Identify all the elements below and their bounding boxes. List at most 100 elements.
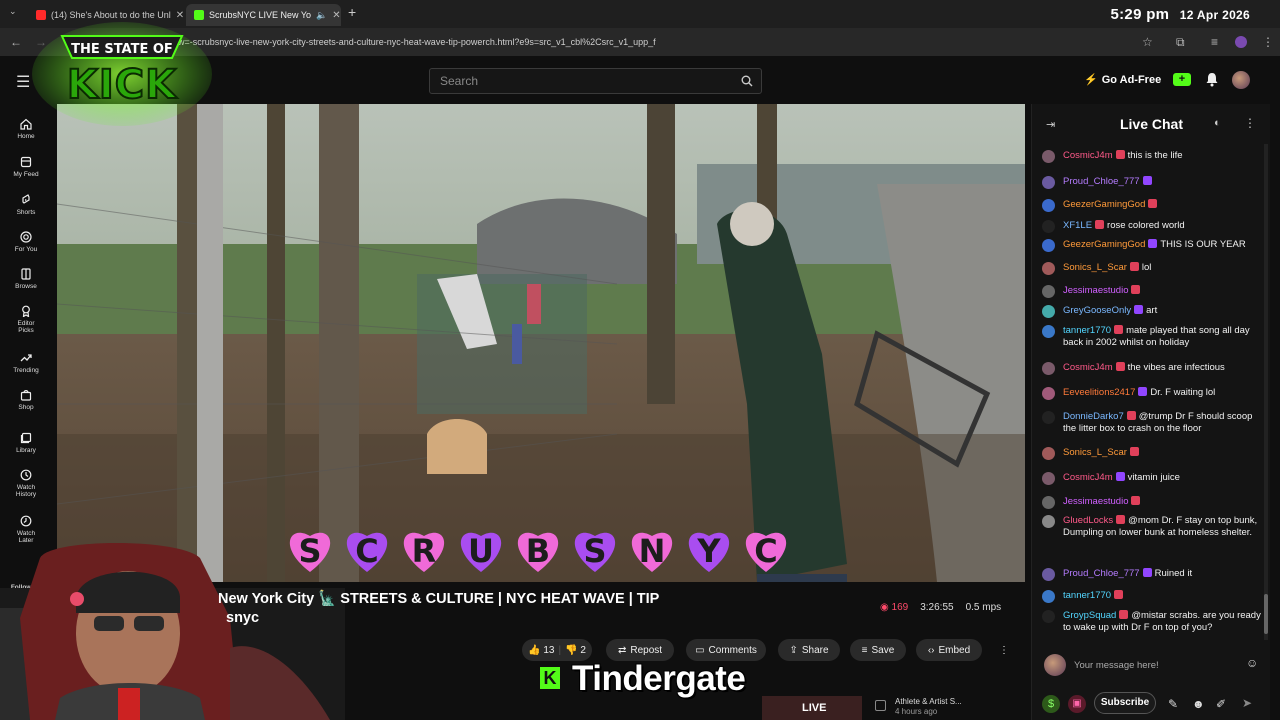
- mute-tab-icon[interactable]: 🔈: [316, 10, 327, 21]
- emoji-picker-icon[interactable]: ☺: [1246, 656, 1258, 670]
- chat-user-avatar[interactable]: [1042, 176, 1055, 189]
- suggested-video-meta[interactable]: Athlete & Artist S... 4 hours ago: [895, 697, 962, 717]
- repost-button[interactable]: ⇄ Repost: [606, 639, 674, 661]
- sidebar-item-for-you[interactable]: For You: [0, 231, 52, 253]
- chat-username[interactable]: DonnieDarko7: [1063, 411, 1124, 422]
- chat-user-avatar[interactable]: [1042, 387, 1055, 400]
- sidebar-item-label: Trending: [13, 367, 39, 374]
- chat-message-text: the vibes are infectious: [1127, 362, 1225, 373]
- more-actions-button[interactable]: ⋮: [993, 639, 1015, 661]
- chat-user-avatar[interactable]: [1042, 150, 1055, 163]
- chat-username[interactable]: Jessimaestudio: [1063, 496, 1128, 507]
- chat-username[interactable]: tanner1770: [1063, 590, 1111, 601]
- save-button[interactable]: ≡ Save: [850, 639, 906, 661]
- history-icon: [20, 469, 32, 481]
- sidebar-item-my-feed[interactable]: My Feed: [0, 156, 52, 178]
- chat-user-avatar[interactable]: [1042, 447, 1055, 460]
- like-button[interactable]: 👍 13: [528, 645, 554, 656]
- comments-button[interactable]: ▭ Comments: [686, 639, 766, 661]
- sidebar-item-browse[interactable]: Browse: [0, 268, 52, 290]
- chat-user-avatar[interactable]: [1042, 220, 1055, 233]
- close-tab-icon[interactable]: ✕: [332, 10, 340, 21]
- go-ad-free-button[interactable]: ⚡ Go Ad-Free: [1084, 73, 1161, 86]
- extensions-icon[interactable]: ⧉: [1176, 35, 1185, 50]
- chat-message: GeezerGamingGod THIS IS OUR YEAR: [1040, 239, 1262, 252]
- chat-username[interactable]: GroypSquad: [1063, 610, 1116, 621]
- sidebar-item-shorts[interactable]: Shorts: [0, 194, 52, 216]
- chat-user-avatar[interactable]: [1042, 362, 1055, 375]
- bookmark-star-icon[interactable]: ☆: [1142, 35, 1153, 49]
- chat-message: Eeveelitions2417 Dr. F waiting lol: [1040, 387, 1262, 400]
- sidebar-item-watch-history[interactable]: Watch History: [0, 469, 52, 498]
- chat-username[interactable]: GeezerGamingGod: [1063, 199, 1145, 210]
- chat-user-avatar[interactable]: [1042, 610, 1055, 623]
- chat-user-avatar[interactable]: [1042, 411, 1055, 424]
- chat-options-icon[interactable]: ⋮: [1244, 116, 1256, 130]
- chat-user-avatar[interactable]: [1042, 305, 1055, 318]
- subscribe-button[interactable]: Subscribe: [1094, 692, 1156, 714]
- chat-username[interactable]: Eeveelitions2417: [1063, 387, 1135, 398]
- state-of-kick-logo: THE STATE OF KICK: [32, 22, 212, 126]
- url-field[interactable]: rw=-scrubsnyc-live-new-york-city-streets…: [175, 37, 656, 47]
- emote-icon-1[interactable]: ✎: [1168, 697, 1178, 711]
- chat-username[interactable]: Sonics_L_Scar: [1063, 262, 1127, 273]
- chat-username[interactable]: CosmicJ4m: [1063, 362, 1113, 373]
- chat-user-avatar[interactable]: [1042, 239, 1055, 252]
- svg-text:N: N: [639, 532, 666, 570]
- chat-user-avatar[interactable]: [1042, 515, 1055, 528]
- chat-username[interactable]: XF1LE: [1063, 220, 1092, 231]
- suggested-video-thumbnail[interactable]: LIVE: [762, 696, 862, 720]
- chat-user-avatar[interactable]: [1042, 496, 1055, 509]
- reading-list-icon[interactable]: ≡: [1211, 35, 1218, 49]
- scrubsnyc-overlay-text: S C R U B S N Y C SCRUBSNYC: [282, 522, 802, 578]
- chat-username[interactable]: Jessimaestudio: [1063, 285, 1128, 296]
- chat-user-avatar[interactable]: [1042, 199, 1055, 212]
- chat-username[interactable]: CosmicJ4m: [1063, 150, 1113, 161]
- chat-user-avatar[interactable]: [1042, 590, 1055, 603]
- chat-popout-icon[interactable]: ◐: [1214, 117, 1221, 129]
- chat-message-input[interactable]: [1074, 657, 1244, 673]
- tip-dollar-icon[interactable]: $: [1042, 695, 1060, 713]
- sidebar-item-editor-picks[interactable]: Editor Picks: [0, 305, 52, 334]
- chat-user-avatar[interactable]: [1042, 568, 1055, 581]
- subscriber-badge-icon: [1142, 176, 1152, 185]
- chat-user-avatar[interactable]: [1042, 262, 1055, 275]
- chat-username[interactable]: Proud_Chloe_777: [1063, 176, 1140, 187]
- emote-icon-3[interactable]: ✐: [1216, 697, 1226, 711]
- close-tab-icon[interactable]: ✕: [176, 10, 183, 21]
- profile-avatar[interactable]: [1235, 36, 1247, 48]
- back-icon[interactable]: ←: [10, 35, 22, 49]
- create-video-icon[interactable]: +: [1173, 73, 1191, 86]
- user-avatar[interactable]: [1232, 71, 1250, 89]
- chat-user-avatar[interactable]: [1042, 325, 1055, 338]
- dislike-button[interactable]: 👎 2: [565, 645, 586, 656]
- browser-menu-icon[interactable]: ⋮: [1262, 35, 1274, 49]
- tab-search-icon[interactable]: ⌄: [9, 6, 17, 17]
- suggested-video-title: Athlete & Artist S...: [895, 697, 962, 706]
- video-player[interactable]: S C R U B S N Y C SCRUBSNYC: [57, 104, 1025, 582]
- chat-username[interactable]: GreyGooseOnly: [1063, 305, 1131, 316]
- chat-username[interactable]: CosmicJ4m: [1063, 472, 1113, 483]
- chat-scrollbar-thumb[interactable]: [1264, 594, 1268, 634]
- embed-button[interactable]: ‹› Embed: [916, 639, 982, 661]
- search-icon[interactable]: [741, 75, 753, 87]
- chat-username[interactable]: Proud_Chloe_777: [1063, 568, 1140, 579]
- chat-username[interactable]: tanner1770: [1063, 325, 1111, 336]
- sidebar-item-trending[interactable]: Trending: [0, 352, 52, 374]
- new-tab-button[interactable]: +: [348, 4, 356, 20]
- gift-icon[interactable]: ▣: [1068, 695, 1086, 713]
- chat-user-avatar[interactable]: [1042, 472, 1055, 485]
- chat-username[interactable]: GeezerGamingGod: [1063, 239, 1145, 250]
- search-input[interactable]: [430, 69, 720, 93]
- notifications-bell-icon[interactable]: [1205, 72, 1219, 87]
- send-message-icon[interactable]: ➤: [1242, 696, 1252, 710]
- hamburger-menu-icon[interactable]: ☰: [16, 72, 30, 92]
- sidebar-item-shop[interactable]: Shop: [0, 389, 52, 411]
- share-button[interactable]: ⇪ Share: [778, 639, 840, 661]
- chat-scrollbar[interactable]: [1264, 144, 1268, 640]
- emote-icon-2[interactable]: ☻: [1192, 697, 1205, 711]
- chat-user-avatar[interactable]: [1042, 285, 1055, 298]
- chat-username[interactable]: Sonics_L_Scar: [1063, 447, 1127, 458]
- chat-username[interactable]: GluedLocks: [1063, 515, 1113, 526]
- sidebar-item-library[interactable]: Library: [0, 432, 52, 454]
